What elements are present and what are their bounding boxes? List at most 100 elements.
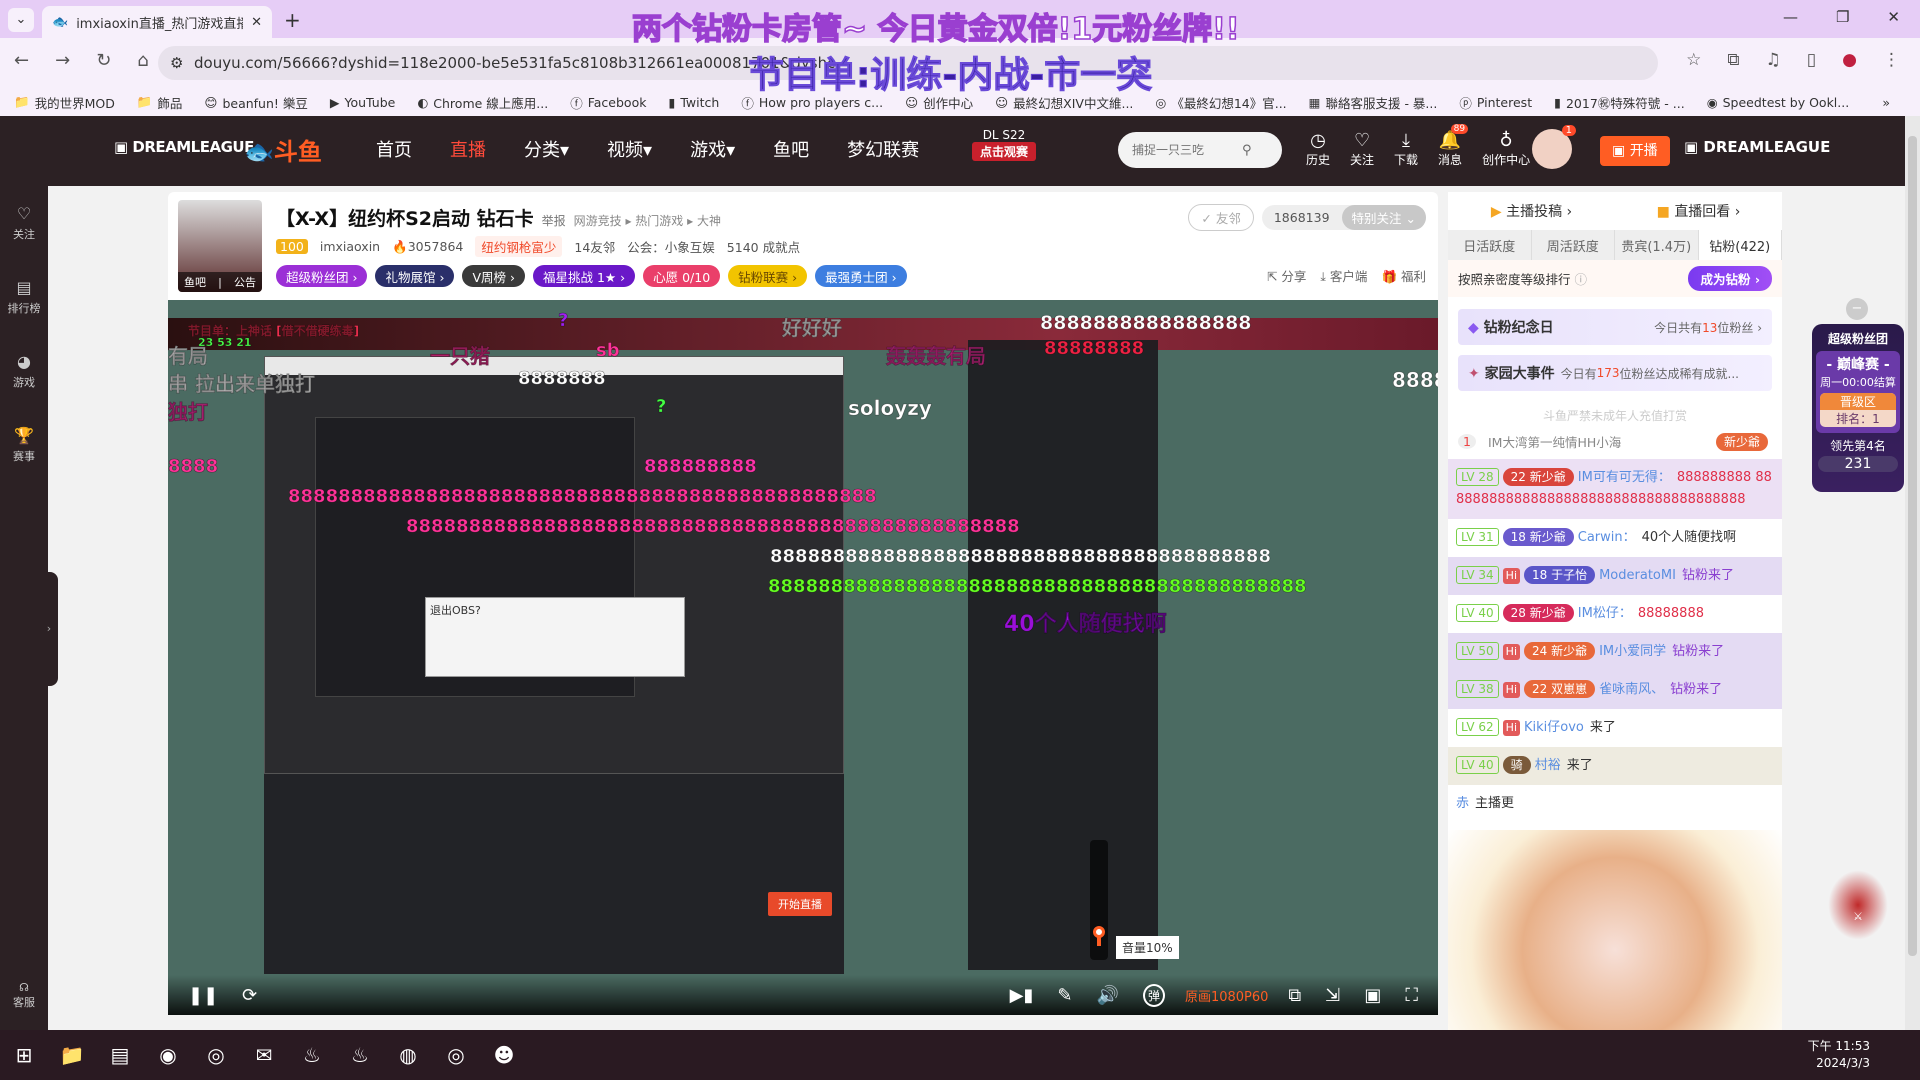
fan-badge[interactable]: 22 新少爺 xyxy=(1502,468,1574,486)
system-clock[interactable]: 下午 11:53 2024/3/3 xyxy=(1808,1038,1870,1072)
volume-slider[interactable] xyxy=(1090,840,1108,960)
app-cat-icon[interactable]: ☻ xyxy=(480,1030,528,1080)
report-link[interactable]: 举报 xyxy=(542,212,566,229)
more-bookmarks-icon[interactable]: » xyxy=(1882,95,1890,110)
event-promo[interactable]: DL S22 点击观赛 xyxy=(972,128,1037,161)
wechat-icon[interactable]: ✉ xyxy=(240,1030,288,1080)
obs-icon[interactable]: ◍ xyxy=(384,1030,432,1080)
streamer-avatar[interactable]: 鱼吧 | 公告 xyxy=(178,200,262,292)
chat-username[interactable]: 雀咏南风、 xyxy=(1599,682,1664,697)
file-explorer-icon[interactable]: 📁 xyxy=(48,1030,96,1080)
bookmark-item[interactable]: 📁 我的世界MOD xyxy=(14,93,115,112)
nav-item[interactable]: 游戏▾ xyxy=(690,136,735,162)
bookmark-item[interactable]: ▮ Twitch xyxy=(668,95,719,110)
dreamleague-logo-right[interactable]: ▣ DREAMLEAGUE xyxy=(1684,138,1830,156)
chat-username[interactable]: ModeratoMI xyxy=(1599,568,1676,583)
profile-avatar[interactable]: ● xyxy=(1842,50,1857,70)
browser-tab-active[interactable]: 🐟 imxiaoxin直播_热门游戏直播_ ✕ xyxy=(42,6,272,38)
chat-username[interactable]: 赤 xyxy=(1456,796,1469,811)
header-clock-button[interactable]: ◷ 历史 xyxy=(1306,130,1330,168)
danmaku-toggle[interactable]: 弹 xyxy=(1142,983,1165,1007)
page-scrollbar[interactable] xyxy=(1905,116,1920,1030)
nav-item[interactable]: 鱼吧 xyxy=(773,136,809,162)
media-icon[interactable]: ♫ xyxy=(1766,50,1781,70)
nav-item[interactable]: 分类▾ xyxy=(524,136,569,162)
minimize-icon[interactable]: — xyxy=(1783,8,1798,26)
record-clip-icon[interactable]: ▶▮ xyxy=(1010,985,1034,1006)
user-avatar[interactable]: 1 xyxy=(1532,125,1576,169)
tab-search-button[interactable]: ⌄ xyxy=(8,8,34,32)
room-feature-pill[interactable]: 福星挑战 1★ › xyxy=(533,265,636,287)
become-diamond-fan-button[interactable]: 成为钻粉 › xyxy=(1688,266,1772,291)
bookmark-item[interactable]: ▮ 2017㊗特殊符號 - ... xyxy=(1554,93,1685,112)
search-input[interactable] xyxy=(1132,143,1242,157)
room-action-button[interactable]: 🎁 福利 xyxy=(1381,266,1426,285)
room-feature-pill[interactable]: 钻粉联赛 › xyxy=(728,265,808,287)
ranking-tab[interactable]: 日活跃度 xyxy=(1448,230,1532,260)
quality-selector[interactable]: 原画1080P60 xyxy=(1185,986,1268,1005)
collapse-widget-button[interactable]: − xyxy=(1846,298,1868,320)
bookmark-item[interactable]: ▦ 聯絡客服支援 - 暴... xyxy=(1309,93,1438,112)
sidepanel-icon[interactable]: ▯ xyxy=(1807,50,1816,70)
achievements[interactable]: 5140 成就点 xyxy=(727,237,800,256)
edit-icon[interactable]: ✎ xyxy=(1057,985,1072,1006)
steam-icon[interactable]: ♨ xyxy=(288,1030,336,1080)
fan-badge[interactable]: 18 于子怡 xyxy=(1524,566,1596,584)
friend-button[interactable]: ✓ 友邻 xyxy=(1188,204,1254,231)
sidebar-item[interactable]: ♡ 关注 xyxy=(0,204,48,242)
chat-username[interactable]: IM可有可无得： xyxy=(1578,470,1671,485)
room-feature-pill[interactable]: 心愿 0/10 xyxy=(643,265,721,287)
neighbors-count[interactable]: 14友邻 xyxy=(574,237,615,256)
fan-badge[interactable]: 22 双崽崽 xyxy=(1524,680,1596,698)
nav-item[interactable]: 首页 xyxy=(376,136,412,162)
bookmark-item[interactable]: 📁 飾品 xyxy=(137,93,183,112)
steam-alt-icon[interactable]: ♨ xyxy=(336,1030,384,1080)
windows-start-icon[interactable]: ⊞ xyxy=(0,1030,48,1080)
room-action-button[interactable]: ⤓ 客户端 xyxy=(1320,266,1367,285)
chat-username[interactable]: Kiki仔ovo xyxy=(1524,720,1584,735)
nav-item[interactable]: 梦幻联赛 xyxy=(847,136,919,162)
header-download-button[interactable]: ⤓ 下载 xyxy=(1394,130,1418,168)
diamond-anniversary-card[interactable]: ◆ 钻粉纪念日 今日共有13位粉丝 › xyxy=(1458,309,1772,345)
special-follow-button[interactable]: 特别关注 ⌄ xyxy=(1341,205,1426,230)
fan-badge[interactable]: 骑 xyxy=(1502,756,1531,774)
fish-bar-link[interactable]: 鱼吧 xyxy=(184,274,206,290)
douyu-logo[interactable]: 🐟斗鱼 xyxy=(244,132,322,167)
back-icon[interactable]: ← xyxy=(14,50,29,71)
close-tab-icon[interactable]: ✕ xyxy=(251,15,262,30)
room-feature-pill[interactable]: 超级粉丝团 › xyxy=(276,265,368,287)
anchor-posts-link[interactable]: ▶ 主播投稿 › xyxy=(1448,201,1615,221)
site-info-icon[interactable]: ⚙ xyxy=(170,54,183,72)
chrome-icon[interactable]: ◉ xyxy=(144,1030,192,1080)
header-bulb-button[interactable]: ♁ 创作中心 xyxy=(1482,130,1530,168)
bookmark-item[interactable]: 😊 beanfun! 樂豆 xyxy=(204,93,307,112)
bookmark-item[interactable]: ◐ Chrome 線上應用... xyxy=(417,93,548,112)
pause-icon[interactable]: ❚❚ xyxy=(188,985,218,1006)
room-feature-pill[interactable]: V周榜 › xyxy=(462,265,525,287)
fan-badge[interactable]: 24 新少爺 xyxy=(1524,642,1596,660)
video-player[interactable]: 退出OBS? 开始直播 节目单：上神话 [借不借硬练毒] 23 53 21 好好好?… xyxy=(168,300,1438,1015)
chat-username[interactable]: IM小爱同学 xyxy=(1599,644,1666,659)
go-live-button[interactable]: ▣ 开播 xyxy=(1600,136,1670,166)
chat-username[interactable]: Carwin： xyxy=(1578,530,1636,545)
sidebar-item[interactable]: ◕ 游戏 xyxy=(0,352,48,390)
bookmark-item[interactable]: ▶ YouTube xyxy=(330,95,395,110)
bookmark-item[interactable]: ◉ Speedtest by Ookl... xyxy=(1707,95,1850,110)
volume-icon[interactable]: 🔊 xyxy=(1097,985,1119,1006)
restore-icon[interactable]: ❐ xyxy=(1836,8,1849,26)
replay-link[interactable]: ■ 直播回看 › xyxy=(1615,201,1782,221)
room-action-button[interactable]: ⇱ 分享 xyxy=(1267,266,1306,285)
battle-stats-widget[interactable]: ⚔ xyxy=(1828,870,1888,940)
ranking-tab[interactable]: 贵宾(1.4万) xyxy=(1615,230,1699,260)
ranking-tab[interactable]: 钻粉(422) xyxy=(1698,230,1782,260)
chat-username[interactable]: 村裕 xyxy=(1535,758,1561,773)
category-link[interactable]: 网游竞技 xyxy=(574,214,622,228)
web-fullscreen-icon[interactable]: ▣ xyxy=(1364,985,1381,1006)
sidebar-expand-handle[interactable]: › xyxy=(40,572,58,686)
announcement-link[interactable]: 公告 xyxy=(234,274,256,290)
sidebar-item[interactable]: 🏆 赛事 xyxy=(0,426,48,464)
extensions-icon[interactable]: ⧉ xyxy=(1727,50,1739,70)
sidebar-item[interactable]: ▤ 排行榜 xyxy=(0,278,48,316)
reload-icon[interactable]: ↻ xyxy=(96,50,111,71)
bookmark-item[interactable]: ◎ 《最終幻想14》官... xyxy=(1155,93,1286,112)
